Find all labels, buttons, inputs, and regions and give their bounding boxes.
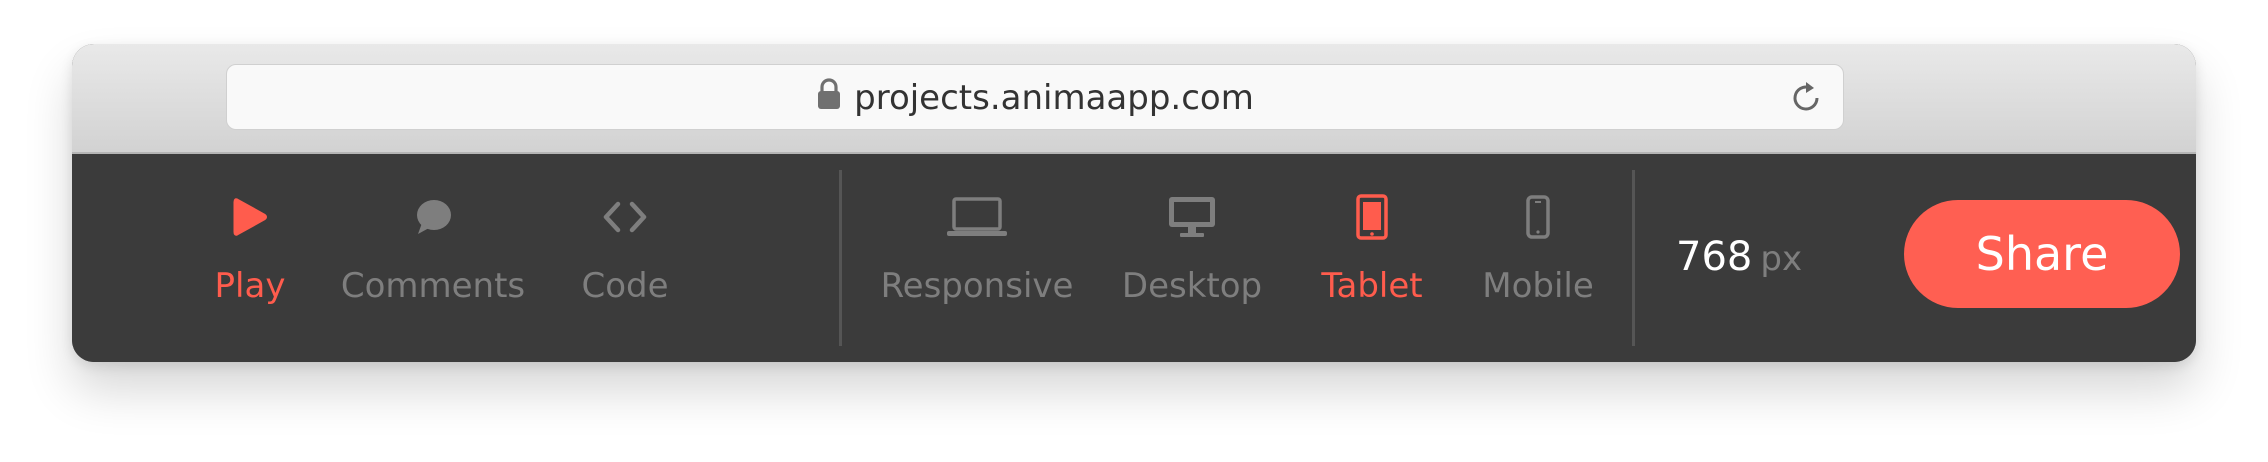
browser-window: projects.animaapp.com Play Comments Code… [72, 44, 2196, 362]
comments-label: Comments [340, 266, 526, 306]
play-label: Play [214, 266, 286, 306]
comment-icon [411, 192, 455, 242]
desktop-label: Desktop [1121, 266, 1263, 306]
toolbar-divider [839, 170, 842, 346]
play-icon [228, 192, 272, 242]
responsive-label: Responsive [880, 266, 1074, 306]
url-text: projects.animaapp.com [854, 78, 1254, 118]
width-number: 768 [1676, 234, 1753, 280]
address-bar[interactable]: projects.animaapp.com [226, 64, 1844, 130]
tablet-icon [1354, 192, 1390, 242]
mobile-label: Mobile [1482, 266, 1594, 306]
share-button[interactable]: Share [1904, 200, 2180, 308]
url-display[interactable]: projects.animaapp.com [227, 65, 1843, 131]
width-unit: px [1760, 239, 1803, 279]
preview-toolbar: Play Comments Code Responsive Desktop Ta… [72, 154, 2196, 362]
code-label: Code [581, 266, 669, 306]
toolbar-divider [1632, 170, 1635, 346]
lock-icon [816, 77, 842, 119]
code-icon [600, 192, 650, 242]
viewport-width[interactable]: 768 px [1676, 234, 1802, 280]
desktop-icon [1166, 192, 1218, 242]
laptop-icon [945, 192, 1009, 242]
mobile-icon [1523, 192, 1553, 242]
reload-icon[interactable] [1787, 79, 1825, 117]
browser-chrome: projects.animaapp.com [72, 44, 2196, 154]
tablet-label: Tablet [1321, 266, 1423, 306]
